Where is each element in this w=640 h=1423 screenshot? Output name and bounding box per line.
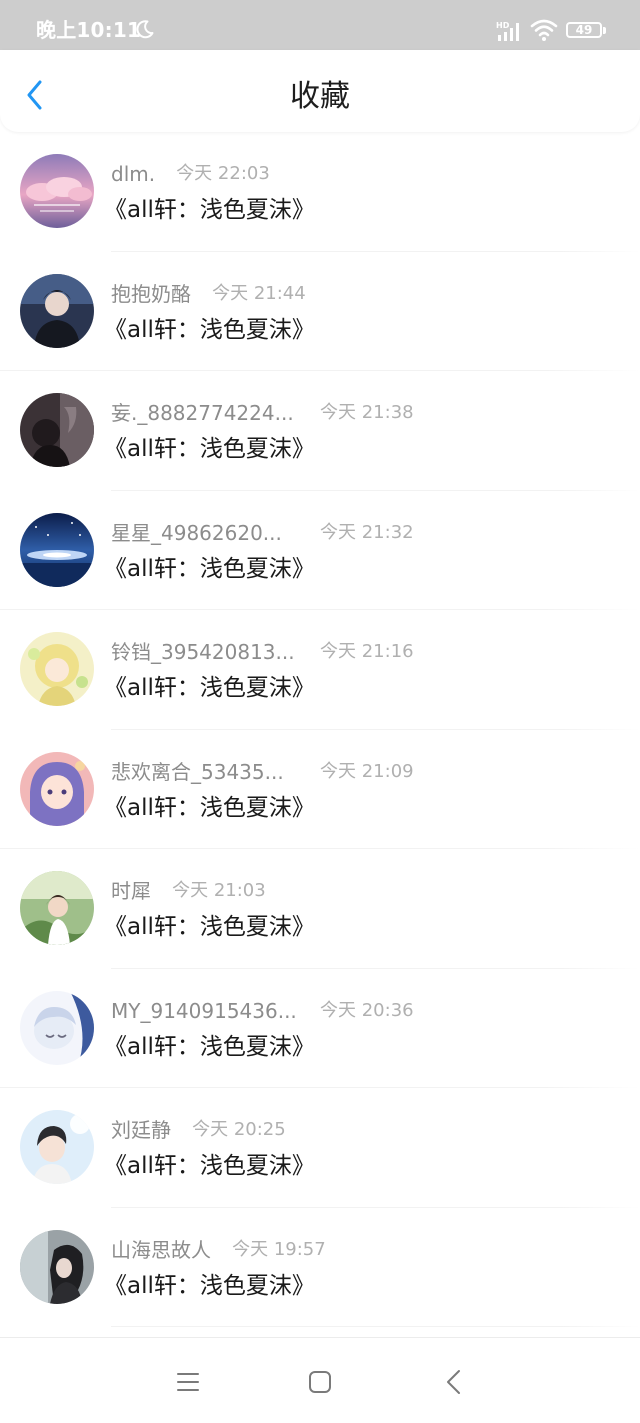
meta-row: 悲欢离合_53435... 今天 21:09: [111, 758, 414, 786]
meta-row: 妄._8882774224... 今天 21:38: [111, 399, 414, 427]
avatar: [20, 1229, 94, 1304]
list-item[interactable]: 铃铛_395420813... 今天 21:16 《all轩：浅色夏沫》: [0, 610, 640, 730]
avatar: [20, 871, 94, 945]
list-item[interactable]: dlm. 今天 22:03 《all轩：浅色夏沫》: [0, 132, 640, 252]
back-icon[interactable]: [436, 1364, 472, 1400]
timestamp: 今天 20:25: [192, 1119, 286, 1140]
username: 时犀: [111, 879, 151, 903]
page-title: 收藏: [290, 79, 350, 114]
divider: [111, 1326, 640, 1327]
meta-row: 抱抱奶酪 今天 21:44: [111, 280, 306, 308]
avatar: [20, 154, 94, 228]
username: MY_9140915436...: [111, 998, 297, 1023]
meta-row: 铃铛_395420813... 今天 21:16: [111, 638, 414, 666]
system-nav-bar: [0, 1337, 640, 1423]
avatar: [20, 1110, 94, 1184]
meta-row: 时犀 今天 21:03: [111, 877, 266, 905]
avatar: [20, 751, 94, 826]
item-title: 《all轩：浅色夏沫》: [104, 914, 315, 940]
timestamp: 今天 21:32: [320, 521, 414, 543]
moon-icon: [136, 20, 154, 39]
timestamp: 今天 21:38: [320, 402, 414, 423]
item-title: 《all轩：浅色夏沫》: [104, 197, 315, 223]
item-title: 《all轩：浅色夏沫》: [104, 675, 315, 701]
meta-row: 山海思故人 今天 19:57: [111, 1236, 326, 1264]
battery-icon: 49: [566, 22, 608, 40]
list-item[interactable]: 悲欢离合_53435... 今天 21:09 《all轩：浅色夏沫》: [0, 730, 640, 849]
avatar: [20, 393, 94, 467]
list-item[interactable]: 星星_49862620... 今天 21:32 《all轩：浅色夏沫》: [0, 491, 640, 610]
signal-icon: HD: [496, 21, 519, 41]
list-item[interactable]: 妄._8882774224... 今天 21:38 《all轩：浅色夏沫》: [0, 371, 640, 491]
username: 悲欢离合_53435...: [111, 759, 284, 784]
avatar: [20, 632, 94, 706]
list-item[interactable]: 山海思故人 今天 19:57 《all轩：浅色夏沫》: [0, 1208, 640, 1327]
header: 收藏: [0, 50, 640, 132]
avatar: [20, 990, 94, 1065]
item-title: 《all轩：浅色夏沫》: [104, 1153, 315, 1179]
status-time: 晚上10:11: [36, 18, 142, 42]
item-title: 《all轩：浅色夏沫》: [104, 436, 315, 462]
meta-row: dlm. 今天 22:03: [111, 160, 270, 188]
timestamp: 今天 21:03: [172, 880, 266, 901]
back-button[interactable]: [14, 68, 58, 112]
item-title: 《all轩：浅色夏沫》: [104, 555, 315, 582]
timestamp: 今天 21:16: [320, 641, 414, 662]
item-title: 《all轩：浅色夏沫》: [104, 1272, 315, 1299]
battery-level: 49: [575, 23, 593, 37]
chevron-left-icon: [27, 80, 42, 110]
meta-row: 星星_49862620... 今天 21:32: [111, 519, 414, 547]
username: dlm.: [111, 162, 156, 186]
wifi-icon: [530, 19, 558, 41]
menu-icon[interactable]: [170, 1364, 206, 1400]
item-title: 《all轩：浅色夏沫》: [104, 794, 315, 821]
avatar: [20, 512, 94, 587]
meta-row: 刘廷静 今天 20:25: [111, 1116, 286, 1144]
favorites-list: dlm. 今天 22:03 《all轩：浅色夏沫》 抱抱奶酪 今天 21:44 …: [0, 132, 640, 1327]
timestamp: 今天 21:44: [212, 282, 306, 304]
avatar: [20, 273, 94, 348]
item-title: 《all轩：浅色夏沫》: [104, 1033, 315, 1060]
timestamp: 今天 20:36: [320, 999, 414, 1021]
list-item[interactable]: 抱抱奶酪 今天 21:44 《all轩：浅色夏沫》: [0, 252, 640, 371]
timestamp: 今天 19:57: [232, 1238, 326, 1260]
username: 铃铛_395420813...: [111, 640, 295, 664]
list-item[interactable]: 时犀 今天 21:03 《all轩：浅色夏沫》: [0, 849, 640, 969]
list-item[interactable]: MY_9140915436... 今天 20:36 《all轩：浅色夏沫》: [0, 969, 640, 1088]
svg-text:HD: HD: [496, 21, 510, 30]
meta-row: MY_9140915436... 今天 20:36: [111, 997, 414, 1025]
timestamp: 今天 21:09: [320, 760, 414, 782]
username: 抱抱奶酪: [111, 281, 191, 306]
username: 星星_49862620...: [111, 520, 282, 545]
home-icon[interactable]: [302, 1364, 338, 1400]
list-item[interactable]: 刘廷静 今天 20:25 《all轩：浅色夏沫》: [0, 1088, 640, 1208]
item-title: 《all轩：浅色夏沫》: [104, 316, 315, 343]
status-bar: 晚上10:11 HD 49: [0, 0, 640, 50]
timestamp: 今天 22:03: [176, 163, 270, 184]
username: 刘廷静: [111, 1118, 171, 1142]
username: 山海思故人: [111, 1237, 211, 1262]
username: 妄._8882774224...: [111, 401, 294, 425]
